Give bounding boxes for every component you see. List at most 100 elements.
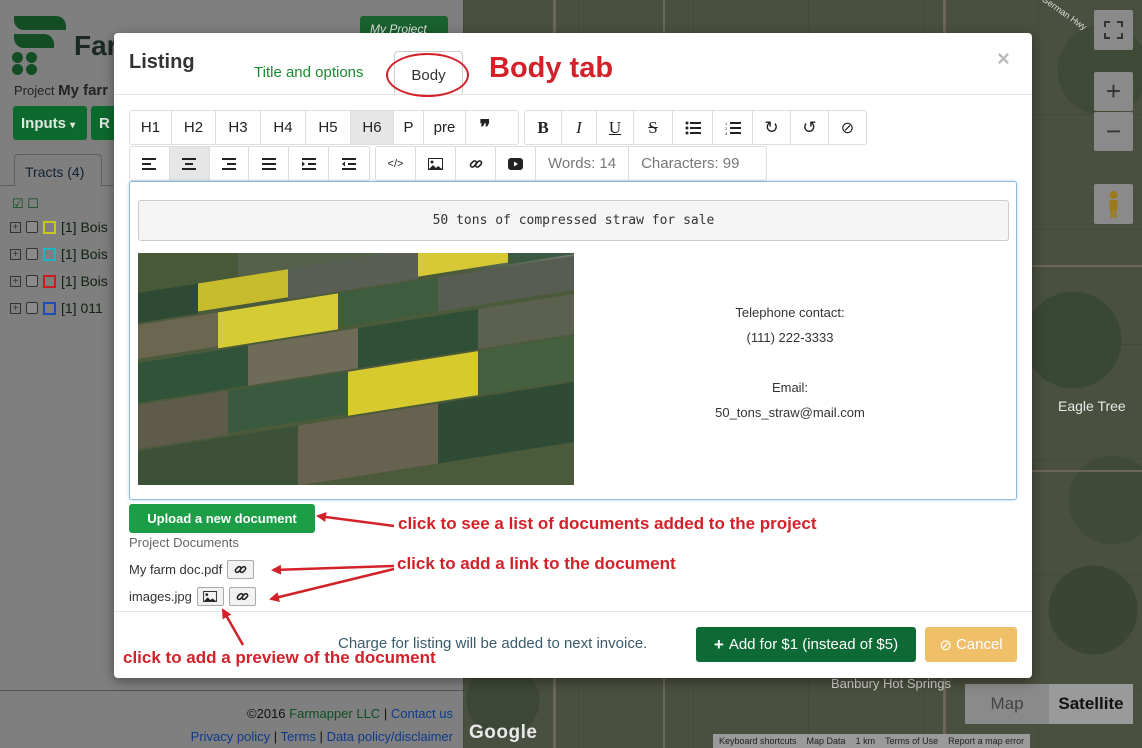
format-toolbar: B I U S 123 ↻ ↺ ⊘ <box>524 110 867 145</box>
project-prefix: Project <box>14 83 55 98</box>
expand-icon[interactable]: + <box>10 275 21 287</box>
add-listing-label: Add for $1 (instead of $5) <box>728 636 899 653</box>
align-center-icon[interactable] <box>169 147 210 180</box>
tract-checkbox[interactable] <box>26 275 38 287</box>
email-address: 50_tons_straw@mail.com <box>715 405 865 420</box>
align-right-icon[interactable] <box>210 147 250 180</box>
tab-tracts[interactable]: Tracts (4) <box>14 154 102 186</box>
tract-row[interactable]: + [1] 011 <box>10 300 103 316</box>
plus-icon: + <box>713 634 724 654</box>
street-view-pegman-icon[interactable] <box>1094 184 1133 224</box>
align-left-icon[interactable] <box>130 147 170 180</box>
contact-link[interactable]: Contact us <box>391 706 453 721</box>
tab-title-options[interactable]: Title and options <box>254 64 364 81</box>
redo-icon[interactable]: ↻ <box>753 111 791 144</box>
document-row: My farm doc.pdf <box>129 560 255 579</box>
underline-icon[interactable]: U <box>597 111 634 144</box>
h6-button[interactable]: H6 <box>351 111 394 144</box>
field-photo-image[interactable] <box>138 253 574 485</box>
google-logo: Google <box>469 722 538 743</box>
email-label: Email: <box>771 380 809 395</box>
cancel-button[interactable]: ⊘ Cancel <box>925 627 1017 662</box>
privacy-link[interactable]: Privacy policy <box>191 729 270 744</box>
image-preview-icon[interactable] <box>196 587 224 606</box>
insert-link-icon[interactable] <box>456 147 496 180</box>
tract-row[interactable]: + [1] Bois <box>10 219 108 235</box>
insert-image-icon[interactable] <box>416 147 456 180</box>
h2-button[interactable]: H2 <box>172 111 216 144</box>
map-type-map[interactable]: Map <box>965 684 1049 724</box>
tract-checkbox[interactable] <box>26 248 38 260</box>
expand-icon[interactable]: + <box>10 221 21 233</box>
document-row: images.jpg <box>129 587 256 606</box>
separator: | <box>383 706 388 721</box>
cancel-label: Cancel <box>955 636 1003 653</box>
modal-title: Listing <box>129 51 195 73</box>
strikethrough-icon[interactable]: S <box>634 111 673 144</box>
tract-checkbox[interactable] <box>26 302 38 314</box>
tract-row[interactable]: + [1] Bois <box>10 273 108 289</box>
select-all-checkbox[interactable]: ☑ ☐ <box>12 196 39 212</box>
company-link[interactable]: Farmapper LLC <box>289 706 380 721</box>
insert-toolbar: </> Words: 14 Characters: 99 <box>375 146 767 181</box>
numbered-list-icon[interactable]: 123 <box>713 111 753 144</box>
add-listing-button[interactable]: + Add for $1 (instead of $5) <box>696 627 916 662</box>
h4-button[interactable]: H4 <box>261 111 306 144</box>
outdent-icon[interactable] <box>329 147 369 180</box>
close-icon[interactable]: × <box>997 46 1010 72</box>
rich-text-editor[interactable]: 50 tons of compressed straw for sale Tel… <box>129 181 1017 500</box>
zoom-out-button[interactable]: − <box>1094 112 1133 151</box>
pre-button[interactable]: pre <box>424 111 466 144</box>
terms-of-use-link[interactable]: Terms of Use <box>885 736 938 746</box>
annotation-ellipse <box>386 53 469 97</box>
bullet-list-icon[interactable] <box>673 111 713 144</box>
keyboard-shortcuts-link[interactable]: Keyboard shortcuts <box>719 736 797 746</box>
link-icon[interactable] <box>228 587 256 606</box>
footer: ©2016 Farmapper LLC | Contact us Privacy… <box>191 702 453 748</box>
zoom-in-button[interactable]: + <box>1094 72 1133 111</box>
paragraph-button[interactable]: P <box>394 111 424 144</box>
tract-checkbox[interactable] <box>26 221 38 233</box>
farmapper-logo <box>10 12 68 76</box>
undo-icon[interactable]: ↺ <box>791 111 829 144</box>
insert-video-icon[interactable] <box>496 147 536 180</box>
italic-icon[interactable]: I <box>562 111 597 144</box>
expand-icon[interactable]: + <box>10 302 21 314</box>
tract-label: [1] Bois <box>61 246 108 262</box>
editor-code-line[interactable]: 50 tons of compressed straw for sale <box>138 200 1009 241</box>
copyright: ©2016 <box>247 706 286 721</box>
h5-button[interactable]: H5 <box>306 111 351 144</box>
code-view-icon[interactable]: </> <box>376 147 416 180</box>
phone-number: (111) 222-3333 <box>746 330 834 345</box>
tract-label: [1] 011 <box>61 300 103 316</box>
map-type-control[interactable]: Map Satellite <box>965 684 1133 724</box>
align-toolbar <box>129 146 370 181</box>
clear-format-icon[interactable]: ⊘ <box>829 111 866 144</box>
indent-icon[interactable] <box>289 147 330 180</box>
inputs-button[interactable]: Inputs ▾ <box>13 106 87 140</box>
map-type-satellite[interactable]: Satellite <box>1049 684 1133 724</box>
data-policy-link[interactable]: Data policy/disclaimer <box>327 729 453 744</box>
justify-icon[interactable] <box>249 147 290 180</box>
tract-row[interactable]: + [1] Bois <box>10 246 108 262</box>
map-data-link[interactable]: Map Data <box>807 736 846 746</box>
annotation-upload: click to see a list of documents added t… <box>398 514 817 533</box>
phone-label: Telephone contact: <box>735 305 845 320</box>
link-icon[interactable] <box>227 560 255 579</box>
h3-button[interactable]: H3 <box>216 111 261 144</box>
upload-document-button[interactable]: Upload a new document <box>129 504 315 533</box>
terms-link[interactable]: Terms <box>281 729 316 744</box>
bold-icon[interactable]: B <box>525 111 562 144</box>
h1-button[interactable]: H1 <box>130 111 172 144</box>
tract-color-swatch <box>43 220 56 234</box>
document-name: My farm doc.pdf <box>129 562 223 577</box>
document-name: images.jpg <box>129 589 192 604</box>
caret-down-icon: ▾ <box>70 120 76 131</box>
ban-icon: ⊘ <box>939 636 952 654</box>
blockquote-icon[interactable]: ❞ <box>466 111 504 144</box>
place-label-banbury: Banbury Hot Springs <box>831 676 951 691</box>
expand-icon[interactable]: + <box>10 248 21 260</box>
separator: | <box>319 729 323 744</box>
fullscreen-icon[interactable] <box>1094 10 1133 50</box>
report-error-link[interactable]: Report a map error <box>948 736 1024 746</box>
